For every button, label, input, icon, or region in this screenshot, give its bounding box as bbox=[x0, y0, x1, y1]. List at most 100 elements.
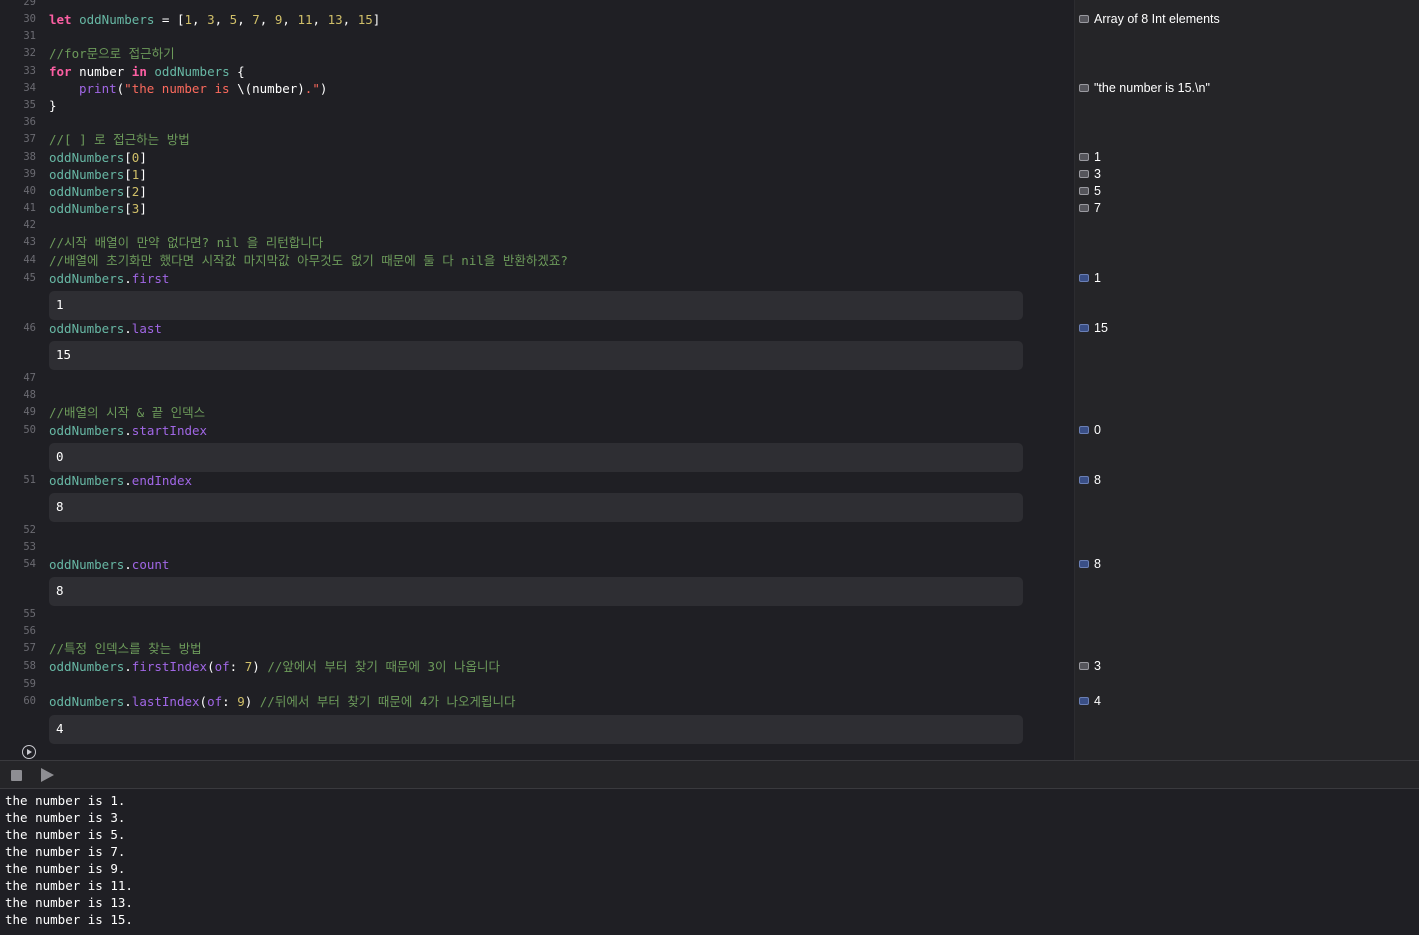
show-result-icon[interactable] bbox=[1079, 323, 1089, 332]
show-result-icon[interactable] bbox=[1079, 425, 1089, 434]
console-line: the number is 7. bbox=[5, 844, 126, 859]
result-text: 1 bbox=[1094, 270, 1101, 285]
line-number: 51 bbox=[23, 474, 36, 486]
argument-label: of bbox=[214, 659, 230, 674]
line-number: 53 bbox=[23, 541, 36, 553]
punctuation: ] bbox=[372, 12, 381, 27]
number-literal: 9 bbox=[274, 12, 283, 27]
line-number: 38 bbox=[23, 151, 36, 163]
result-item[interactable]: "the number is 15.\n" bbox=[1079, 79, 1210, 96]
code-line[interactable]: oddNumbers.count bbox=[49, 556, 169, 573]
identifier: oddNumbers bbox=[49, 150, 125, 165]
result-item[interactable]: 4 bbox=[1079, 692, 1101, 709]
line-number: 48 bbox=[23, 389, 36, 401]
code-line[interactable]: oddNumbers[1] bbox=[49, 166, 147, 183]
identifier: oddNumbers bbox=[49, 694, 125, 709]
show-result-icon[interactable] bbox=[1079, 696, 1089, 705]
result-item[interactable]: 8 bbox=[1079, 555, 1101, 572]
quick-look-icon[interactable] bbox=[1079, 661, 1089, 670]
code-line[interactable]: let oddNumbers = [1, 3, 5, 7, 9, 11, 13,… bbox=[49, 11, 380, 28]
run-to-line-icon[interactable] bbox=[22, 745, 36, 759]
quick-look-icon[interactable] bbox=[1079, 14, 1089, 23]
code-line[interactable]: oddNumbers.last bbox=[49, 320, 162, 337]
result-item[interactable]: 5 bbox=[1079, 182, 1101, 199]
console-line: the number is 13. bbox=[5, 895, 133, 910]
identifier: oddNumbers bbox=[154, 64, 230, 79]
code-comment[interactable]: //시작 배열이 만약 없다면? nil 을 리턴합니다 bbox=[49, 234, 323, 251]
code-comment[interactable]: //특정 인덱스를 찾는 방법 bbox=[49, 640, 202, 657]
result-item[interactable]: 7 bbox=[1079, 199, 1101, 216]
line-number: 58 bbox=[23, 660, 36, 672]
number-literal: 3 bbox=[207, 12, 215, 27]
code-line[interactable]: oddNumbers.lastIndex(of: 9) //뒤에서 부터 찾기 … bbox=[49, 693, 516, 710]
line-number: 54 bbox=[23, 558, 36, 570]
code-line[interactable]: oddNumbers[0] bbox=[49, 149, 147, 166]
result-item[interactable]: 3 bbox=[1079, 165, 1101, 182]
quick-look-icon[interactable] bbox=[1079, 152, 1089, 161]
stop-icon[interactable] bbox=[11, 770, 22, 781]
code-comment[interactable]: //for문으로 접근하기 bbox=[49, 45, 175, 62]
result-text: 4 bbox=[1094, 693, 1101, 708]
identifier: oddNumbers bbox=[49, 184, 125, 199]
result-item[interactable]: 0 bbox=[1079, 421, 1101, 438]
line-number: 41 bbox=[23, 202, 36, 214]
string-interpolation: \(number) bbox=[237, 81, 305, 96]
play-icon[interactable] bbox=[41, 768, 54, 782]
quick-look-icon[interactable] bbox=[1079, 203, 1089, 212]
line-number: 33 bbox=[23, 65, 36, 77]
code-line[interactable]: print("the number is \(number).") bbox=[79, 80, 327, 97]
inline-result-value: 8 bbox=[56, 583, 64, 598]
code-comment[interactable]: //배열에 초기화만 했다면 시작값 마지막값 아무것도 없기 때문에 둘 다 … bbox=[49, 252, 568, 269]
number-literal: 13 bbox=[327, 12, 343, 27]
show-result-icon[interactable] bbox=[1079, 273, 1089, 282]
show-result-icon[interactable] bbox=[1079, 475, 1089, 484]
console-output[interactable]: the number is 1. the number is 3. the nu… bbox=[0, 789, 1419, 935]
identifier: oddNumbers bbox=[49, 271, 125, 286]
debug-bar bbox=[0, 760, 1419, 789]
number-literal: 5 bbox=[229, 12, 238, 27]
result-item[interactable]: 8 bbox=[1079, 471, 1101, 488]
code-line[interactable]: oddNumbers.startIndex bbox=[49, 422, 207, 439]
punctuation: ) bbox=[319, 81, 328, 96]
line-number: 56 bbox=[23, 625, 36, 637]
number-literal: 0 bbox=[131, 150, 140, 165]
result-item[interactable]: 1 bbox=[1079, 148, 1101, 165]
number-literal: 7 bbox=[252, 12, 260, 27]
inline-result-lastindex[interactable]: 4 bbox=[49, 715, 1023, 744]
result-item[interactable]: 15 bbox=[1079, 319, 1108, 336]
code-line[interactable]: oddNumbers[2] bbox=[49, 183, 147, 200]
inline-result-count[interactable]: 8 bbox=[49, 577, 1023, 606]
keyword: let bbox=[49, 12, 72, 27]
line-number: 29 bbox=[23, 0, 36, 8]
method-name: firstIndex bbox=[131, 659, 208, 674]
code-line[interactable]: oddNumbers[3] bbox=[49, 200, 147, 217]
inline-result-first[interactable]: 1 bbox=[49, 291, 1023, 320]
code-line[interactable]: oddNumbers.first bbox=[49, 270, 169, 287]
quick-look-icon[interactable] bbox=[1079, 186, 1089, 195]
quick-look-icon[interactable] bbox=[1079, 169, 1089, 178]
code-line[interactable]: oddNumbers.endIndex bbox=[49, 472, 192, 489]
code-comment: //앞에서 부터 찾기 때문에 3이 나옵니다 bbox=[267, 659, 501, 674]
code-comment[interactable]: //배열의 시작 & 끝 인덱스 bbox=[49, 404, 205, 421]
line-number: 60 bbox=[23, 695, 36, 707]
code-line[interactable]: } bbox=[49, 97, 57, 114]
code-editor[interactable]: 29 30 31 32 33 34 35 36 37 38 39 40 41 4… bbox=[0, 0, 1074, 760]
inline-result-startindex[interactable]: 0 bbox=[49, 443, 1023, 472]
result-item[interactable]: 1 bbox=[1079, 269, 1101, 286]
line-number: 50 bbox=[23, 424, 36, 436]
inline-result-endindex[interactable]: 8 bbox=[49, 493, 1023, 522]
inline-result-last[interactable]: 15 bbox=[49, 341, 1023, 370]
inline-result-value: 4 bbox=[56, 721, 64, 736]
code-line[interactable]: oddNumbers.firstIndex(of: 7) //앞에서 부터 찾기… bbox=[49, 658, 500, 675]
result-item[interactable]: 3 bbox=[1079, 657, 1101, 674]
line-number: 44 bbox=[23, 254, 36, 266]
result-item[interactable]: Array of 8 Int elements bbox=[1079, 10, 1220, 27]
inline-result-value: 8 bbox=[56, 499, 64, 514]
quick-look-icon[interactable] bbox=[1079, 83, 1089, 92]
number-literal: 1 bbox=[131, 167, 140, 182]
results-sidebar: Array of 8 Int elements "the number is 1… bbox=[1074, 0, 1419, 760]
show-result-icon[interactable] bbox=[1079, 559, 1089, 568]
code-line[interactable]: for number in oddNumbers { bbox=[49, 63, 245, 80]
code-comment[interactable]: //[ ] 로 접근하는 방법 bbox=[49, 131, 190, 148]
line-number: 43 bbox=[23, 236, 36, 248]
